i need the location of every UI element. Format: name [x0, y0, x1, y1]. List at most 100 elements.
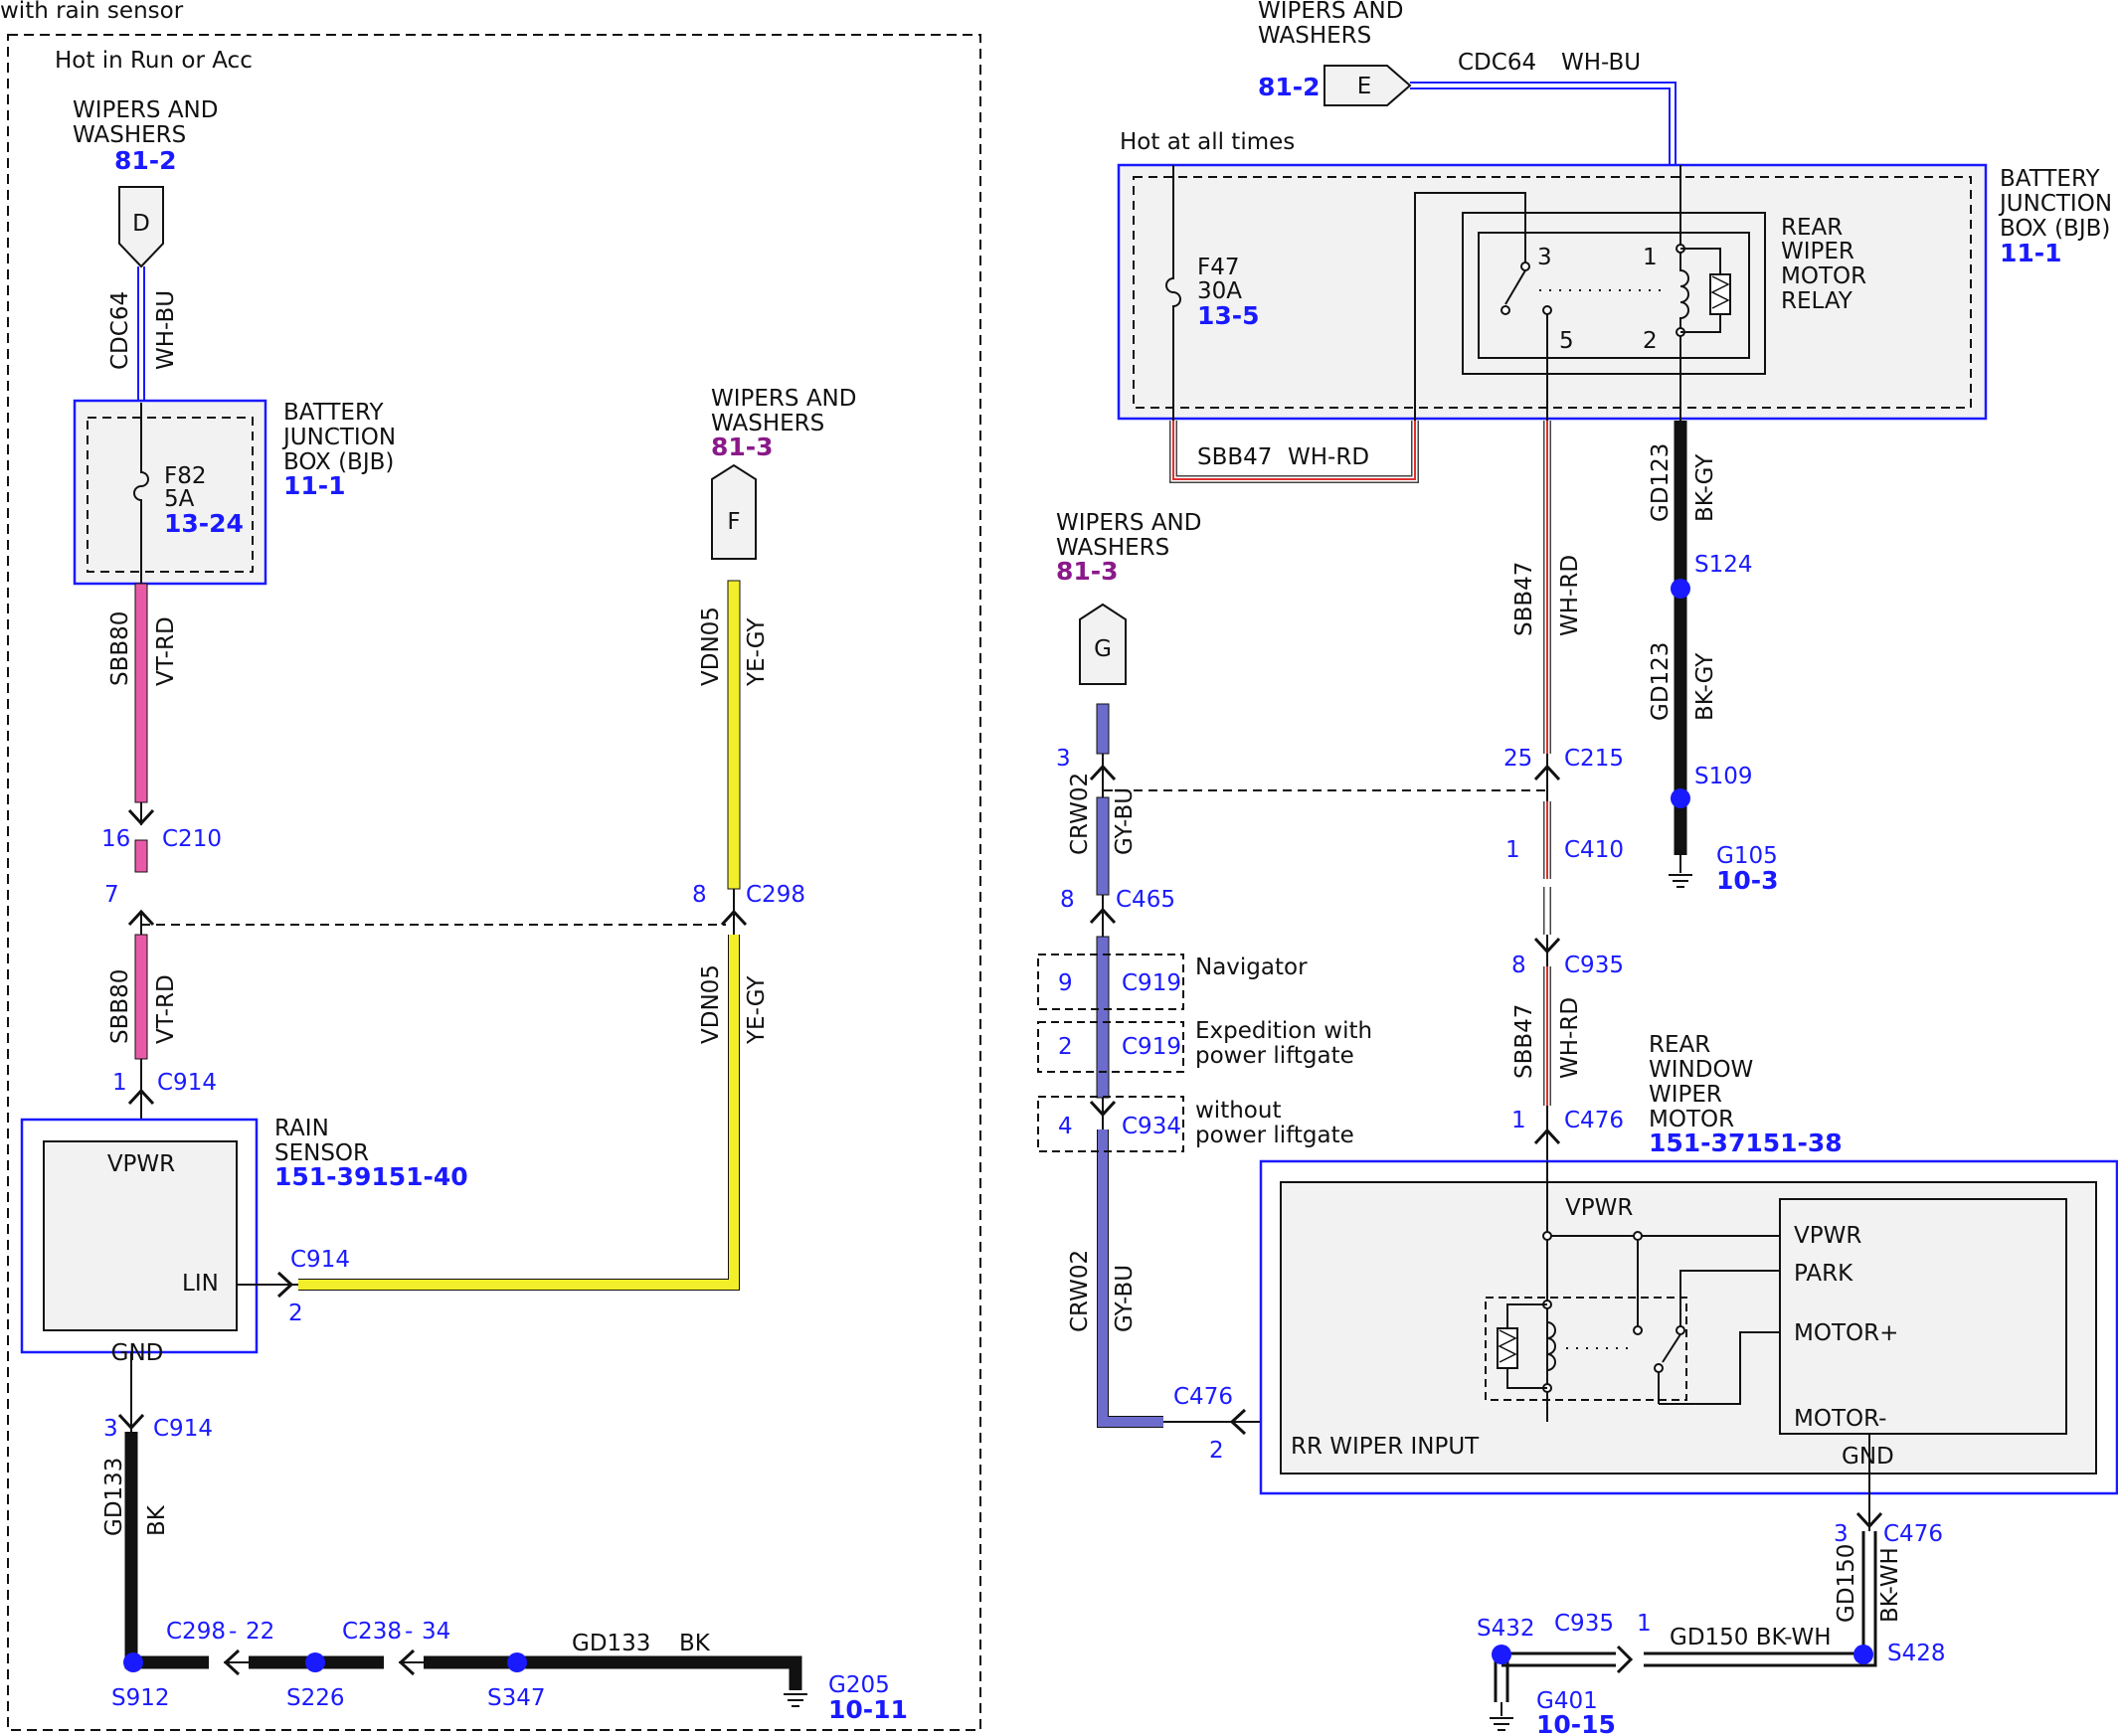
svg-text:4: 4 — [1058, 1114, 1073, 1139]
wiring-diagram: with rain sensor Hot in Run or Acc WIPER… — [0, 0, 2118, 1736]
wire-cdc64-right-circuit: CDC64 — [1458, 50, 1536, 76]
c215-pin: 25 — [1503, 746, 1532, 772]
rain-sensor-gnd: GND — [111, 1340, 164, 1366]
right-hot-label: Hot at all times — [1120, 129, 1295, 155]
wire-gd150-v-color: BK-WH — [1877, 1547, 1903, 1623]
connector-d-letter: D — [132, 211, 150, 237]
c476-gnd-name: C476 — [1883, 1521, 1943, 1547]
wire-gd123-a-color: BK-GY — [1692, 453, 1718, 522]
wire-sbb47-v1-color: WH-RD — [1557, 555, 1583, 636]
s912-label: S912 — [111, 1685, 170, 1711]
wire-cdc64-right — [1410, 82, 1677, 167]
relay-l2: WIPER — [1781, 239, 1854, 264]
ground-g401-icon — [1490, 1702, 1513, 1731]
relay-pin1: 1 — [1643, 245, 1658, 270]
svg-text:Expedition with: Expedition with — [1195, 1018, 1372, 1044]
wire-sbb80-top-color: VT-RD — [153, 616, 179, 686]
wipers-g-title1: WIPERS AND — [1056, 510, 1201, 536]
bjb-right-ref: 11-1 — [2000, 239, 2062, 267]
wire-gd123-b-color: BK-GY — [1692, 652, 1718, 721]
g205-ref: 10-11 — [828, 1695, 908, 1724]
bjb-left-l2: JUNCTION — [281, 425, 396, 450]
g401-ref: 10-15 — [1536, 1710, 1616, 1736]
rain-sensor-ref: 151-39151-40 — [274, 1162, 468, 1191]
rain-sensor-lin: LIN — [182, 1271, 219, 1297]
wire-vdn05-top — [727, 580, 741, 890]
connector-g-letter: G — [1094, 636, 1112, 662]
wire-vdn05-bottom-color: YE-GY — [744, 975, 770, 1045]
motor-l1: REAR — [1649, 1032, 1710, 1058]
option-without-liftgate: 4 C934 without power liftgate — [1037, 1096, 1354, 1152]
c476-top-name: C476 — [1564, 1108, 1624, 1133]
svg-text:9: 9 — [1058, 970, 1073, 996]
s432-label: S432 — [1477, 1616, 1535, 1642]
gd133-h-circuit: GD133 — [572, 1631, 650, 1656]
wire-vdn05-bottom — [298, 935, 739, 1290]
fuse-f47-name: F47 — [1197, 255, 1240, 280]
relay-l3: MOTOR — [1781, 263, 1866, 289]
c298-name: C298 — [746, 882, 805, 908]
c298-pin: 8 — [692, 882, 707, 908]
c476-in-pin: 2 — [1209, 1438, 1224, 1464]
wipers-f-title1: WIPERS AND — [711, 386, 856, 412]
wire-gd133-v-circuit: GD133 — [101, 1458, 127, 1536]
wire-sbb80-mid — [134, 839, 148, 873]
wire-vdn05-top-color: YE-GY — [744, 617, 770, 687]
c914-top-name: C914 — [157, 1070, 217, 1096]
wire-vdn05-bottom-circuit: VDN05 — [698, 964, 724, 1044]
wire-vdn05-bottom-outline — [298, 935, 740, 1291]
wire-sbb47-v2-color: WH-RD — [1557, 997, 1583, 1079]
motor-minus: MOTOR- — [1794, 1406, 1886, 1432]
rain-sensor-vpwr: VPWR — [107, 1151, 175, 1177]
wire-gd150 — [1494, 1531, 1877, 1702]
c914-gnd-pin: 3 — [103, 1416, 118, 1442]
c215-name: C215 — [1564, 746, 1624, 772]
wire-gd123-b-circuit: GD123 — [1648, 642, 1674, 721]
c476-in-name: C476 — [1173, 1384, 1233, 1410]
connector-e-letter: E — [1357, 74, 1372, 99]
c914-gnd-name: C914 — [153, 1416, 213, 1442]
bjb-right-l2: JUNCTION — [1998, 191, 2112, 217]
wire-cdc64-left-color: WH-BU — [153, 290, 179, 370]
svg-text:power liftgate: power liftgate — [1195, 1123, 1354, 1148]
motor-rr-input: RR WIPER INPUT — [1291, 1434, 1480, 1460]
s124-label: S124 — [1694, 552, 1753, 578]
motor-vpwr-top: VPWR — [1565, 1195, 1633, 1221]
relay-pin3: 3 — [1537, 245, 1552, 270]
wipers-e-title2: WASHERS — [1258, 23, 1371, 49]
wire-sbb47-loop-circuit: SBB47 — [1197, 444, 1272, 470]
splice-s347 — [507, 1652, 527, 1672]
c210-name: C210 — [162, 826, 222, 852]
wire-gd123-a-circuit: GD123 — [1648, 443, 1674, 522]
wire-sbb80-bottom-color: VT-RD — [153, 974, 179, 1044]
splice-s912 — [123, 1652, 143, 1672]
relay-l1: REAR — [1781, 215, 1843, 241]
splice-s428 — [1853, 1645, 1873, 1664]
splice-s432 — [1492, 1645, 1511, 1664]
svg-text:C934: C934 — [1122, 1114, 1181, 1139]
bjb-left-l1: BATTERY — [283, 400, 384, 426]
splice-s124 — [1671, 579, 1690, 599]
splice-s109 — [1671, 788, 1690, 808]
svg-text:Navigator: Navigator — [1195, 955, 1308, 980]
bjb-left-ref: 11-1 — [283, 471, 346, 500]
fuse-f47-ref: 13-5 — [1197, 301, 1260, 330]
motor-ref: 151-37151-38 — [1649, 1128, 1843, 1157]
wire-crw02-bot-color: GY-BU — [1112, 1265, 1138, 1332]
c935-bot-pin: 1 — [1637, 1611, 1652, 1637]
top-left-note: with rain sensor — [0, 0, 184, 24]
c210-pin-top: 16 — [101, 826, 130, 852]
relay-pin5: 5 — [1559, 328, 1574, 354]
motor-gnd: GND — [1842, 1444, 1894, 1470]
wire-crw02-bot-circuit: CRW02 — [1067, 1250, 1093, 1332]
wire-gd133-v-color: BK — [144, 1504, 170, 1536]
c298-22-pin: 22 — [246, 1619, 274, 1645]
wipers-e-title1: WIPERS AND — [1258, 0, 1403, 24]
wire-sbb80-top-circuit: SBB80 — [107, 611, 133, 686]
wire-gd150-h: GD150 BK-WH — [1670, 1625, 1832, 1650]
svg-text:power liftgate: power liftgate — [1195, 1043, 1354, 1069]
rain-sensor-l1: RAIN — [274, 1116, 329, 1141]
s347-label: S347 — [487, 1685, 546, 1711]
g105-ref: 10-3 — [1716, 866, 1779, 895]
rain-sensor-dashed-frame — [7, 34, 981, 1731]
